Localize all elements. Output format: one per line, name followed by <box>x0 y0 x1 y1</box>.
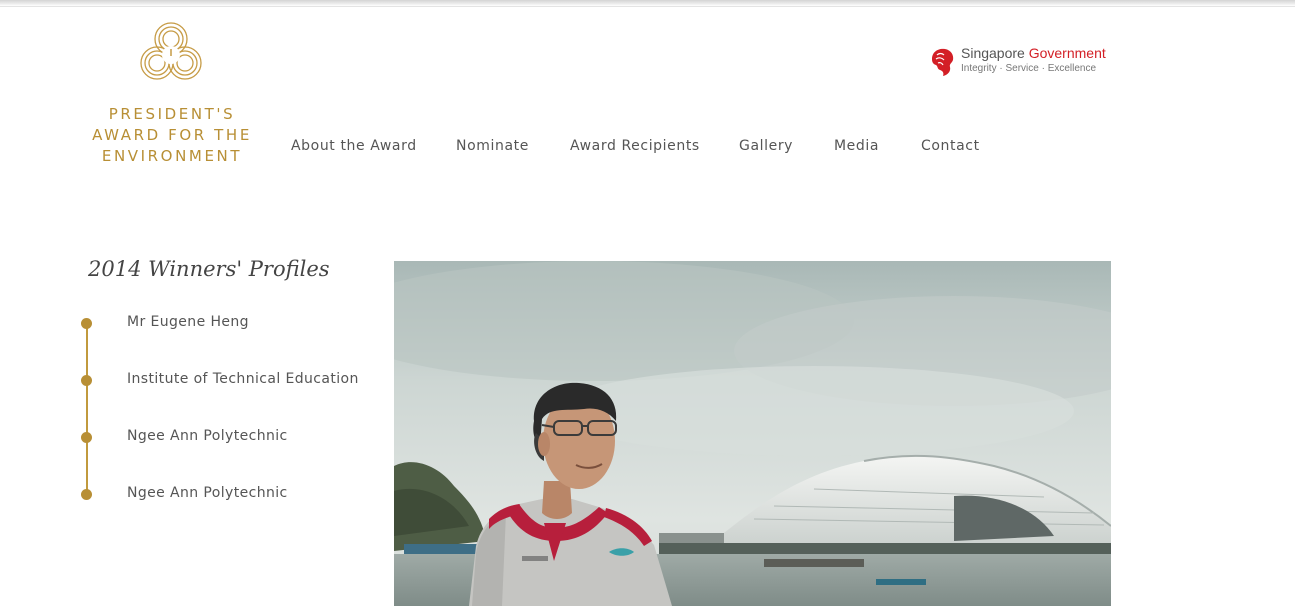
timeline-item: Institute of Technical Education <box>81 371 381 391</box>
winner-link[interactable]: Ngee Ann Polytechnic <box>127 485 288 501</box>
timeline-item: Mr Eugene Heng <box>81 314 381 334</box>
sidebar-title: 2014 Winners' Profiles <box>88 257 330 281</box>
nav-about-the-award[interactable]: About the Award <box>291 138 417 154</box>
winner-link[interactable]: Mr Eugene Heng <box>127 314 249 330</box>
logo-line-1: PRESIDENT'S <box>108 105 236 123</box>
nav-gallery[interactable]: Gallery <box>739 138 793 154</box>
logo-wordmark: PRESIDENT'S AWARD FOR THE ENVIRONMENT <box>86 104 258 167</box>
timeline-dot <box>81 432 92 443</box>
lion-head-icon <box>932 48 954 76</box>
winner-photo <box>394 261 1111 606</box>
winner-photo-image <box>394 261 1111 606</box>
gov-name-prefix: Singapore <box>961 45 1029 61</box>
logo-line-3: ENVIRONMENT <box>101 147 243 165</box>
gov-tagline: Integrity · Service · Excellence <box>961 63 1097 74</box>
winner-link[interactable]: Ngee Ann Polytechnic <box>127 428 288 444</box>
nav-award-recipients[interactable]: Award Recipients <box>570 138 700 154</box>
singapore-government-badge[interactable]: Singapore Government Integrity · Service… <box>929 44 1114 80</box>
nav-media[interactable]: Media <box>834 138 879 154</box>
nav-nominate[interactable]: Nominate <box>456 138 529 154</box>
browser-top-edge <box>0 0 1295 7</box>
timeline-line <box>86 324 88 494</box>
winner-link[interactable]: Institute of Technical Education <box>127 371 359 387</box>
timeline-item: Ngee Ann Polytechnic <box>81 485 381 505</box>
timeline-item: Ngee Ann Polytechnic <box>81 428 381 448</box>
timeline-dot <box>81 318 92 329</box>
timeline-dot <box>81 375 92 386</box>
gov-name-accent: Government <box>1028 45 1106 61</box>
award-emblem-icon <box>140 22 202 80</box>
logo-line-2: AWARD FOR THE <box>92 126 252 144</box>
nav-contact[interactable]: Contact <box>921 138 980 154</box>
timeline-dot <box>81 489 92 500</box>
gov-name: Singapore Government <box>961 45 1106 61</box>
